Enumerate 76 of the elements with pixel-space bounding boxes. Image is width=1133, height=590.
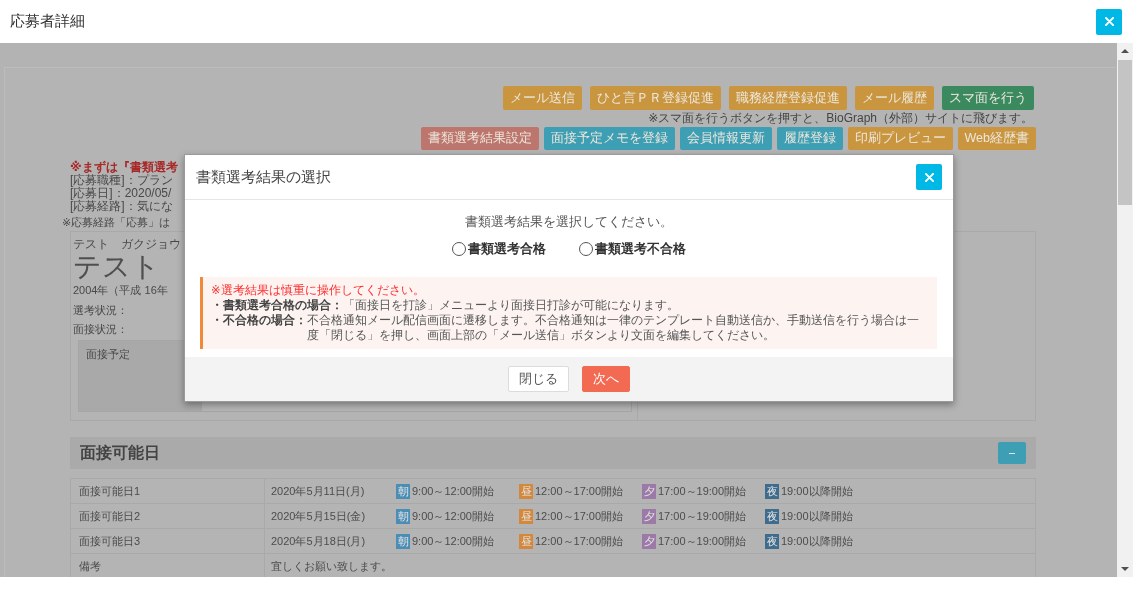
note-label: ・書類選考合格の場合： (211, 298, 343, 313)
time-text: 12:00～17:00開始 (535, 483, 624, 499)
scroll-down-icon[interactable] (1121, 567, 1129, 571)
note-text: 不合格通知メール配信画面に遷移します。不合格通知は一律のテンプレート自動送信か、手動送信を行う場合は一度「閉じる」を押し、画面上部の「メール送信」ボタンより文面を編集してください。 (307, 313, 920, 343)
close-icon (924, 172, 934, 182)
time-text: 12:00～17:00開始 (535, 533, 624, 549)
note-text: 「面接日を打診」メニューより面接日打診が可能になります。 (343, 298, 680, 313)
name-kana-text: テスト ガクジョウ (73, 237, 181, 251)
time-badge: 朝 (396, 483, 410, 499)
dialog-button[interactable]: 次へ (582, 366, 630, 392)
time-badge: 夜 (765, 533, 779, 549)
action-button[interactable]: 印刷プレビュー (847, 127, 953, 150)
scroll-up-icon[interactable] (1121, 49, 1129, 53)
close-button[interactable] (916, 164, 942, 190)
time-badge: 昼 (519, 533, 533, 549)
time-badge: 朝 (396, 508, 410, 524)
time-text: 9:00～12:00開始 (412, 483, 494, 499)
time-badge: 昼 (519, 483, 533, 499)
info-text: [応募日]：2020/05/ (70, 187, 172, 200)
action-button[interactable]: Web経歴書 (957, 127, 1036, 150)
action-button[interactable]: 面接予定メモを登録 (543, 127, 675, 150)
table-cell: 面接可能日3 (71, 529, 265, 554)
time-badge: 夕 (642, 533, 656, 549)
radio-button[interactable] (578, 242, 593, 256)
notice-text: ※まずは『書類選考 (70, 161, 178, 174)
radio-label[interactable]: 書類選考不合格 (594, 240, 686, 258)
note-label: ・不合格の場合： (211, 313, 307, 328)
radio-button[interactable] (451, 242, 466, 256)
action-button[interactable]: 履歴登録 (776, 127, 843, 150)
time-badge: 朝 (396, 533, 410, 549)
time-text: 19:00以降開始 (781, 483, 853, 499)
action-button[interactable]: スマ面を行う (942, 86, 1034, 110)
time-text: 17:00～19:00開始 (658, 483, 747, 499)
warning-text: ※選考結果は慎重に操作してください。 (211, 283, 425, 298)
time-text: 19:00以降開始 (781, 533, 853, 549)
action-button[interactable]: ひと言ＰＲ登録促進 (590, 86, 721, 110)
time-badge: 夜 (765, 508, 779, 524)
time-text: 17:00～19:00開始 (658, 508, 747, 524)
time-text: 9:00～12:00開始 (412, 533, 494, 549)
section-title: 面接可能日 (80, 442, 160, 463)
minus-icon (1009, 452, 1015, 454)
scrollbar[interactable] (1117, 43, 1133, 577)
info-text: [応募経路]：気にな (70, 200, 173, 213)
time-text: 17:00～19:00開始 (658, 533, 747, 549)
time-badge: 昼 (519, 508, 533, 524)
action-button[interactable]: メール履歴 (855, 86, 934, 110)
action-button[interactable]: 書類選考結果設定 (420, 127, 539, 150)
time-text: 12:00～17:00開始 (535, 508, 624, 524)
status-label: 選考状況： (73, 304, 128, 317)
note-text: ※スマ面を行うボタンを押すと、BioGraph（外部）サイトに飛びます。 (647, 111, 1034, 125)
date-text: 2020年5月15日(金) (271, 508, 367, 524)
date-text: 2020年5月11日(月) (271, 483, 366, 499)
info-text: [応募職種]：プラン (70, 174, 173, 187)
radio-label[interactable]: 書類選考合格 (467, 240, 546, 258)
dialog-title: 書類選考結果の選択 (196, 167, 331, 187)
action-button[interactable]: メール送信 (503, 86, 582, 110)
applicant-name: テスト (73, 251, 160, 283)
close-button[interactable] (1096, 8, 1122, 35)
time-badge: 夜 (765, 483, 779, 499)
table-cell: 面接可能日2 (71, 504, 265, 529)
table-cell: 面接可能日1 (71, 479, 265, 504)
scrollbar-thumb[interactable] (1118, 60, 1132, 205)
window-title: 応募者詳細 (10, 12, 85, 31)
action-button[interactable]: 職務経歴登録促進 (729, 86, 847, 110)
time-text: 19:00以降開始 (781, 508, 853, 524)
close-icon (1104, 17, 1114, 26)
date-text: 2020年5月18日(月) (271, 533, 367, 549)
time-badge: 夕 (642, 508, 656, 524)
status-label: 面接状況： (73, 323, 128, 336)
dialog-button[interactable]: 閉じる (508, 366, 569, 392)
time-badge: 夕 (642, 483, 656, 499)
prompt-text: 書類選考結果を選択してください。 (464, 214, 673, 230)
note-text: ※応募経路「応募」は (62, 216, 171, 229)
action-button[interactable]: 会員情報更新 (679, 127, 772, 150)
birth-date-text: 2004年（平成 16年 (73, 284, 168, 297)
time-text: 9:00～12:00開始 (412, 508, 494, 524)
